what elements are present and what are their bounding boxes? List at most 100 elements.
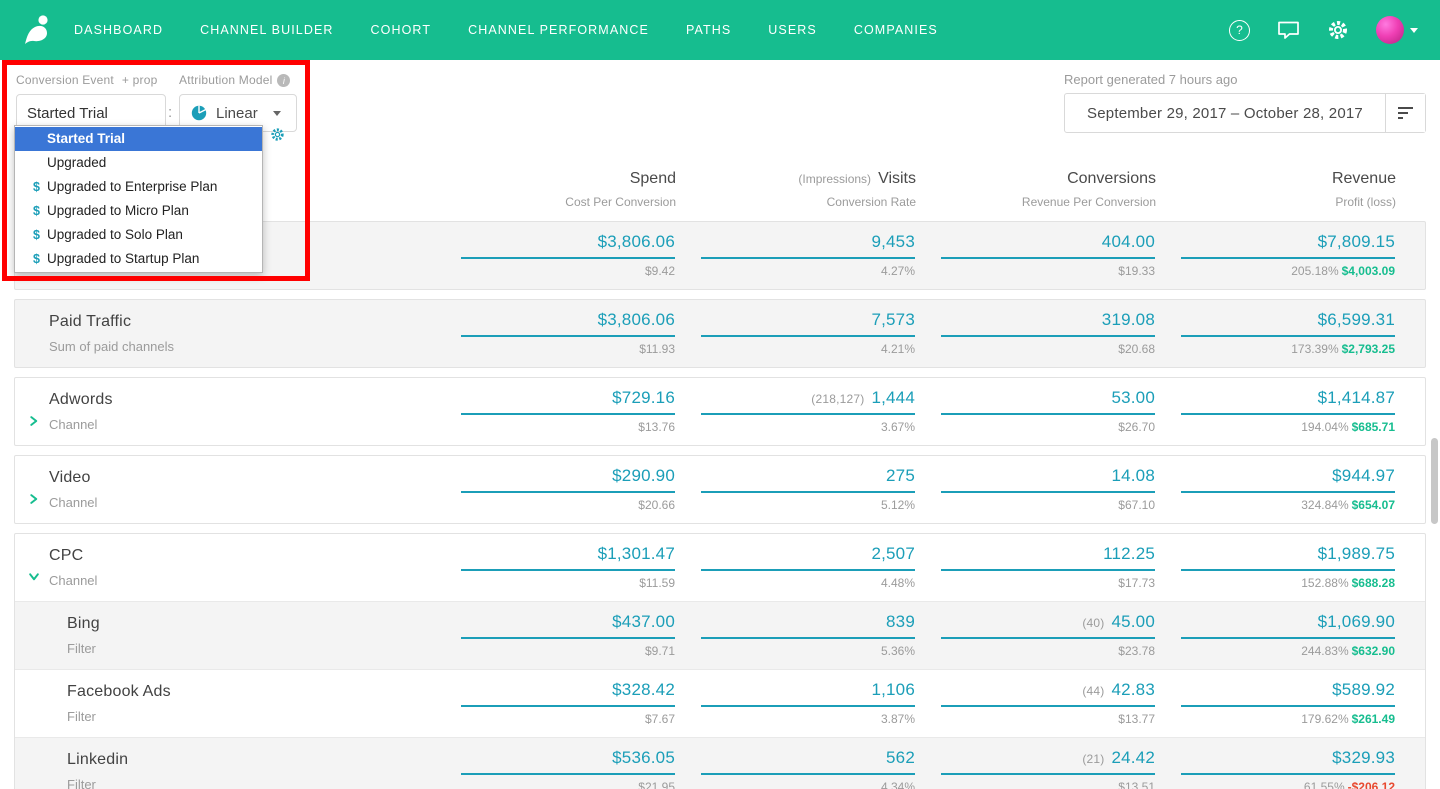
dropdown-item-label: Upgraded to Solo Plan [47,227,183,242]
dropdown-item-upgraded[interactable]: Upgraded [15,151,262,175]
date-range-picker: September 29, 2017 – October 28, 2017 [1064,93,1426,133]
pie-chart-icon [191,106,207,121]
profit-pct: 244.83% [1301,644,1349,658]
nav-item-paths[interactable]: PATHS [686,23,731,37]
info-icon[interactable]: i [277,74,291,88]
revenue-value[interactable]: $6,599.31 [1181,310,1395,337]
row-type: Filter [67,777,96,789]
account-menu[interactable] [1376,16,1418,44]
spend-value[interactable]: $729.16 [461,388,675,415]
visits-value[interactable]: 275 [701,466,915,493]
revenue-value[interactable]: $329.93 [1181,748,1395,775]
expand-chevron-icon[interactable] [28,493,39,505]
visits-value[interactable]: 839 [701,612,915,639]
conversion-event-dropdown: Started Trial Upgraded $ Upgraded to Ente… [14,125,263,273]
conversions-value[interactable]: (40) 45.00 [941,612,1155,639]
conversion-rate-value: 4.48% [880,576,915,590]
conversions-value[interactable]: 53.00 [941,388,1155,415]
nav-item-channel-performance[interactable]: CHANNEL PERFORMANCE [468,23,649,37]
table-row: Bing Filter $437.00 $9.71 839 5.36% (40) 45… [15,601,1425,669]
conversion-settings-gear-icon[interactable] [270,127,285,142]
expand-chevron-icon[interactable] [28,415,39,427]
revenue-value[interactable]: $7,809.15 [1181,232,1395,259]
row-type: Channel [49,495,98,510]
profit-pct: 152.88% [1301,576,1349,590]
profit-value: $261.49 [1351,712,1395,726]
conversion-event-label: Conversion Event + prop [16,73,166,87]
column-visits[interactable]: Visits [878,170,916,187]
column-conversions[interactable]: Conversions [916,170,1156,188]
dropdown-item-started-trial[interactable]: Started Trial [15,127,262,151]
top-nav: DASHBOARD CHANNEL BUILDER COHORT CHANNEL… [0,0,1440,60]
nav-item-dashboard[interactable]: DASHBOARD [74,23,163,37]
visits-value[interactable]: 7,573 [701,310,915,337]
dropdown-item-upgraded-micro[interactable]: $ Upgraded to Micro Plan [15,199,262,223]
money-icon: $ [33,180,40,194]
visits-value[interactable]: 1,106 [701,680,915,707]
spend-value[interactable]: $1,301.47 [461,544,675,571]
conversions-value[interactable]: 404.00 [941,232,1155,259]
help-icon[interactable]: ? [1229,19,1250,41]
spend-value[interactable]: $3,806.06 [461,232,675,259]
avatar[interactable] [1376,16,1404,44]
nav-menu: DASHBOARD CHANNEL BUILDER COHORT CHANNEL… [74,23,938,37]
spend-value[interactable]: $290.90 [461,466,675,493]
conversions-value[interactable]: 319.08 [941,310,1155,337]
revenue-value[interactable]: $1,414.87 [1181,388,1395,415]
visits-value[interactable]: (218,127) 1,444 [701,388,915,415]
nav-item-cohort[interactable]: COHORT [371,23,432,37]
row-name[interactable]: Bing [67,615,435,633]
date-range[interactable]: September 29, 2017 – October 28, 2017 [1065,94,1385,132]
visits-value[interactable]: 2,507 [701,544,915,571]
spend-value[interactable]: $536.05 [461,748,675,775]
add-prop-link[interactable]: + prop [122,73,158,87]
spend-value[interactable]: $437.00 [461,612,675,639]
nav-item-channel-builder[interactable]: CHANNEL BUILDER [200,23,333,37]
row-name[interactable]: CPC [49,547,435,565]
dropdown-item-label: Upgraded to Micro Plan [47,203,189,218]
row-type: Filter [67,641,96,656]
visits-value[interactable]: 9,453 [701,232,915,259]
revenue-per-conversion-value: $13.77 [1118,712,1155,726]
dropdown-item-upgraded-startup[interactable]: $ Upgraded to Startup Plan [15,247,262,271]
profit-value: -$206.12 [1347,780,1395,789]
row-name[interactable]: Video [49,469,435,487]
table-row: CPC Channel $1,301.47 $11.59 2,507 4.48% 1… [15,534,1425,601]
nav-item-companies[interactable]: COMPANIES [854,23,938,37]
row-name[interactable]: Linkedin [67,751,435,769]
row-name[interactable]: Facebook Ads [67,683,435,701]
profit-value: $685.71 [1351,420,1395,434]
column-revenue[interactable]: Revenue [1156,170,1396,188]
app-window: DASHBOARD CHANNEL BUILDER COHORT CHANNEL… [0,0,1440,789]
visits-value[interactable]: 562 [701,748,915,775]
collapse-chevron-icon[interactable] [28,571,40,582]
app-logo-icon[interactable] [22,13,52,47]
spend-value[interactable]: $328.42 [461,680,675,707]
revenue-value[interactable]: $589.92 [1181,680,1395,707]
conversions-value[interactable]: 112.25 [941,544,1155,571]
conversions-value[interactable]: (44) 42.83 [941,680,1155,707]
revenue-value[interactable]: $1,989.75 [1181,544,1395,571]
column-impressions: (Impressions) [798,172,872,186]
sort-button[interactable] [1385,94,1425,132]
conversions-value[interactable]: (21) 24.42 [941,748,1155,775]
dropdown-item-upgraded-solo[interactable]: $ Upgraded to Solo Plan [15,223,262,247]
conversion-rate-value: 5.12% [880,498,915,512]
column-spend[interactable]: Spend [436,170,676,188]
row-card-paid-traffic: Paid Traffic Sum of paid channels $3,806… [14,299,1426,368]
vertical-scrollbar[interactable] [1431,438,1438,524]
nav-item-users[interactable]: USERS [768,23,817,37]
conversion-rate-value: 4.34% [880,780,915,789]
row-name[interactable]: Adwords [49,391,435,409]
profit-value: $654.07 [1351,498,1395,512]
gear-icon[interactable] [1327,19,1349,41]
conversions-count: (21) [1082,752,1105,766]
conversions-value[interactable]: 14.08 [941,466,1155,493]
dropdown-item-upgraded-enterprise[interactable]: $ Upgraded to Enterprise Plan [15,175,262,199]
row-name: Paid Traffic [49,313,132,330]
revenue-value[interactable]: $944.97 [1181,466,1395,493]
revenue-value[interactable]: $1,069.90 [1181,612,1395,639]
chat-icon[interactable] [1277,20,1300,40]
profit-pct: 194.04% [1301,420,1349,434]
spend-value[interactable]: $3,806.06 [461,310,675,337]
